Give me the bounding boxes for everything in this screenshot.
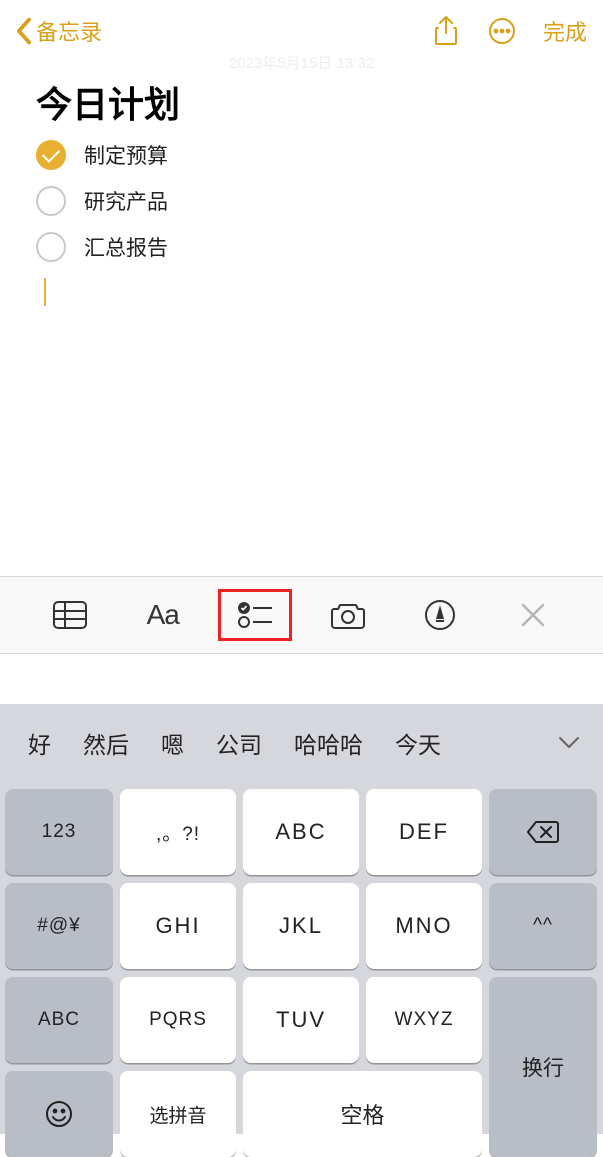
key-abc[interactable]: ABC: [243, 789, 359, 875]
key-select-pinyin[interactable]: 选拼音: [120, 1071, 236, 1157]
more-icon[interactable]: [487, 16, 517, 46]
key-numbers[interactable]: 123: [5, 789, 113, 875]
chevron-down-icon[interactable]: [547, 721, 591, 765]
candidate-word[interactable]: 嗯: [145, 726, 200, 760]
markup-icon[interactable]: [403, 589, 477, 641]
key-space[interactable]: 空格: [243, 1071, 482, 1157]
back-button[interactable]: 备忘录: [16, 15, 102, 47]
key-emoji[interactable]: [5, 1071, 113, 1157]
key-symbols[interactable]: #@¥: [5, 883, 113, 969]
checklist-text[interactable]: 研究产品: [84, 186, 168, 216]
key-ghi[interactable]: GHI: [120, 883, 236, 969]
key-wxyz[interactable]: WXYZ: [366, 977, 482, 1063]
checklist-icon[interactable]: [218, 589, 292, 641]
close-icon[interactable]: [496, 589, 570, 641]
candidate-word[interactable]: 今天: [379, 726, 457, 760]
candidate-word[interactable]: 然后: [67, 726, 145, 760]
key-backspace[interactable]: [489, 789, 597, 875]
circle-icon[interactable]: [36, 186, 66, 216]
text-cursor: [44, 278, 46, 306]
back-label: 备忘录: [36, 15, 102, 47]
checklist: 制定预算 研究产品 汇总报告: [36, 140, 567, 262]
key-return[interactable]: 换行: [489, 977, 597, 1157]
key-def[interactable]: DEF: [366, 789, 482, 875]
keyboard: 123 ,。?! ABC DEF #@¥ GHI JKL MNO ^^ ABC …: [0, 782, 603, 1134]
table-icon[interactable]: [33, 589, 107, 641]
key-mno[interactable]: MNO: [366, 883, 482, 969]
key-caret[interactable]: ^^: [489, 883, 597, 969]
candidate-bar: 好 然后 嗯 公司 哈哈哈 今天: [0, 704, 603, 782]
done-button[interactable]: 完成: [543, 15, 587, 47]
key-latin[interactable]: ABC: [5, 977, 113, 1063]
circle-icon[interactable]: [36, 232, 66, 262]
candidate-word[interactable]: 公司: [200, 726, 278, 760]
key-pqrs[interactable]: PQRS: [120, 977, 236, 1063]
note-title[interactable]: 今日计划: [36, 76, 567, 128]
text-format-button[interactable]: Aa: [126, 589, 200, 641]
camera-icon[interactable]: [311, 589, 385, 641]
checklist-item[interactable]: 汇总报告: [36, 232, 567, 262]
checklist-text[interactable]: 制定预算: [84, 140, 168, 170]
checklist-item[interactable]: 制定预算: [36, 140, 567, 170]
checklist-item[interactable]: 研究产品: [36, 186, 567, 216]
key-jkl[interactable]: JKL: [243, 883, 359, 969]
checklist-text[interactable]: 汇总报告: [84, 232, 168, 262]
check-circle-icon[interactable]: [36, 140, 66, 170]
key-tuv[interactable]: TUV: [243, 977, 359, 1063]
share-icon[interactable]: [431, 16, 461, 46]
candidate-word[interactable]: 好: [12, 726, 67, 760]
key-punct[interactable]: ,。?!: [120, 789, 236, 875]
candidate-word[interactable]: 哈哈哈: [278, 726, 379, 760]
